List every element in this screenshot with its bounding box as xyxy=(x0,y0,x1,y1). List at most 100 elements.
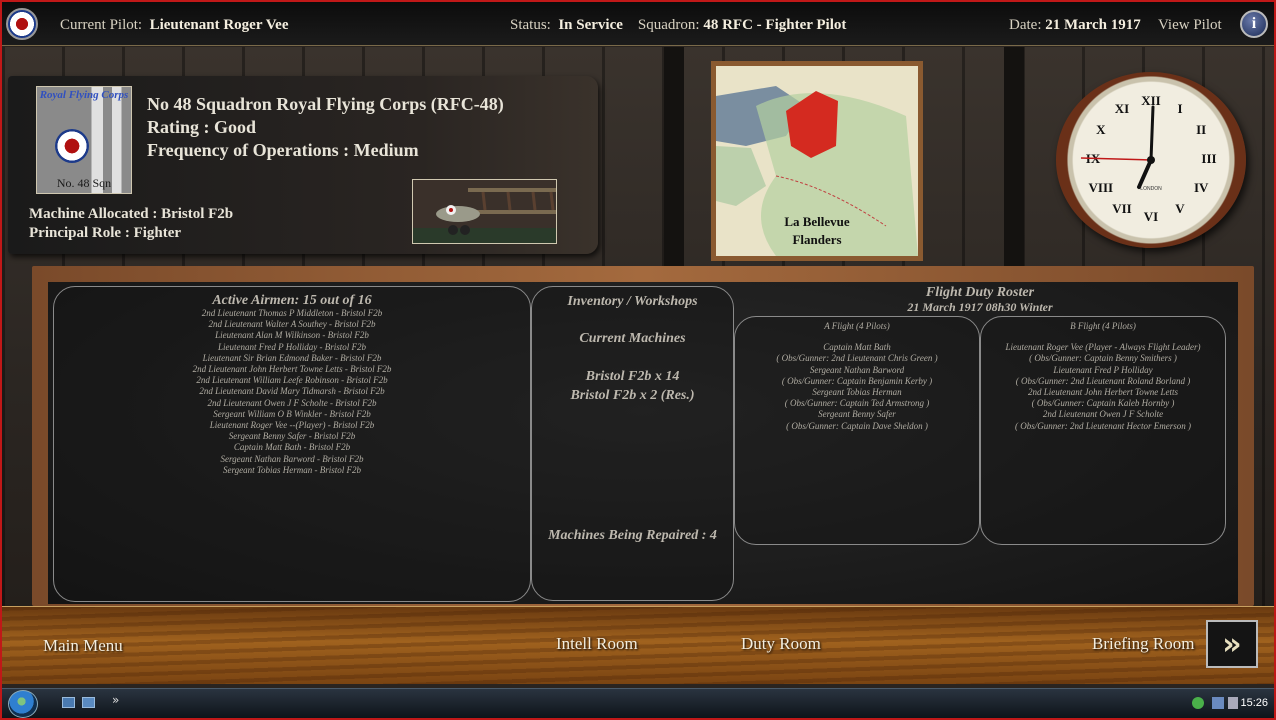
clock-face: XIIIIIIIIIVVVIVIIVIIIIXXXI LONDON xyxy=(1080,93,1217,224)
operations-frequency: Frequency of Operations : Medium xyxy=(147,140,419,160)
clock-numeral: I xyxy=(1177,101,1182,116)
b-flight-title: B Flight (4 Pilots) xyxy=(1070,321,1136,331)
reserve-machine-count: Bristol F2b x 2 (Res.) xyxy=(570,388,695,403)
b-flight-member: Lieutenant Fred P Holliday xyxy=(1053,364,1153,375)
current-pilot: Current Pilot: Lieutenant Roger Vee xyxy=(60,17,289,33)
wall-clock: XII I II III IV V VI VII VIII IX X XI LONDON xyxy=(1056,72,1246,248)
sector-map[interactable]: La Bellevue Flanders xyxy=(711,61,923,261)
rfc-roundel-icon xyxy=(6,8,38,40)
a-flight-member: ( Obs/Gunner: Captain Benjamin Kerby ) xyxy=(781,375,933,386)
a-flight-panel: A Flight (4 Pilots) Captain Matt Bath( O… xyxy=(734,316,980,545)
duty-room-button[interactable]: Duty Room xyxy=(741,634,821,654)
switch-windows-icon[interactable] xyxy=(82,697,95,708)
a-flight-member: ( Obs/Gunner: Captain Dave Sheldon ) xyxy=(786,420,928,431)
biplane-image xyxy=(413,180,556,243)
active-airmen-panel: Active Airmen: 15 out of 16 2nd Lieutena… xyxy=(53,286,531,602)
start-menu-icon[interactable] xyxy=(8,690,38,718)
map-location: La Bellevue xyxy=(784,214,850,229)
airman-entry: Sergeant Tobias Herman - Bristol F2b xyxy=(222,464,362,475)
airman-entry: 2nd Lieutenant Owen J F Scholte - Bristo… xyxy=(207,397,377,408)
inventory-panel: Inventory / Workshops Current Machines B… xyxy=(531,286,734,601)
current-date: Date: 21 March 1917 xyxy=(1009,17,1141,33)
a-flight-member: ( Obs/Gunner: Captain Ted Armstrong ) xyxy=(784,398,930,409)
show-desktop-icon[interactable] xyxy=(62,697,75,708)
clock-numeral: VIII xyxy=(1089,180,1114,195)
wall-beam xyxy=(664,47,684,267)
os-taskbar: » 15:26 xyxy=(2,688,1274,718)
a-flight-member: Sergeant Benny Safer xyxy=(818,409,896,420)
clock-numeral: VII xyxy=(1112,201,1132,216)
aircraft-picture[interactable] xyxy=(412,179,557,244)
clock-numeral: V xyxy=(1175,201,1185,216)
intell-room-button[interactable]: Intell Room xyxy=(556,634,638,654)
clock-numeral: XII xyxy=(1141,93,1161,108)
a-flight-member: ( Obs/Gunner: 2nd Lieutenant Chris Green… xyxy=(776,353,938,364)
airman-entry: Lieutenant Fred P Holliday - Bristol F2b xyxy=(218,341,366,352)
system-clock: 15:26 xyxy=(1240,697,1268,709)
a-flight-member: Sergeant Nathan Barword xyxy=(809,364,905,375)
a-flight-list: Captain Matt Bath( Obs/Gunner: 2nd Lieut… xyxy=(735,342,979,432)
airman-entry: 2nd Lieutenant William Leefe Robinson - … xyxy=(196,375,388,386)
squadron-name: No 48 Squadron Royal Flying Corps (RFC-4… xyxy=(147,94,504,114)
machine-allocated: Machine Allocated : Bristol F2b xyxy=(29,206,234,222)
airman-entry: Lieutenant Roger Vee --(Player) - Bristo… xyxy=(209,420,375,431)
clock-maker-label: LONDON xyxy=(1140,186,1162,192)
volume-icon[interactable] xyxy=(1228,697,1238,709)
network-icon[interactable] xyxy=(1212,697,1224,709)
minute-hand xyxy=(1149,105,1155,162)
tray-status-icon[interactable] xyxy=(1192,697,1204,709)
quicklaunch-chevron-icon[interactable]: » xyxy=(112,693,119,707)
airman-entry: Lieutenant Alan M Wilkinson - Bristol F2… xyxy=(215,330,369,341)
a-flight-member: Captain Matt Bath xyxy=(823,342,891,353)
current-machines-label: Current Machines xyxy=(579,331,686,346)
clock-numeral: II xyxy=(1196,122,1206,137)
main-menu-button[interactable]: Main Menu xyxy=(43,636,123,656)
squadron-crest: Royal Flying Corps No. 48 Sqn xyxy=(36,86,132,194)
pilot-status: Status: In Service Squadron: 48 RFC - Fi… xyxy=(510,17,847,33)
airman-entry: Sergeant Benny Safer - Bristol F2b xyxy=(228,431,356,442)
a-flight-member: Sergeant Tobias Herman xyxy=(812,387,902,398)
airman-entry: 2nd Lieutenant John Herbert Towne Letts … xyxy=(192,364,392,375)
clock-center xyxy=(1147,156,1155,164)
b-flight-member: ( Obs/Gunner: Captain Kaleb Hornby ) xyxy=(1031,398,1175,409)
b-flight-list: Lieutenant Roger Vee (Player - Always Fl… xyxy=(981,342,1225,432)
roster-datetime: 21 March 1917 08h30 Winter xyxy=(907,300,1053,314)
top-status-bar: Current Pilot: Lieutenant Roger Vee Stat… xyxy=(2,2,1274,46)
b-flight-member: ( Obs/Gunner: Captain Benny Smithers ) xyxy=(1029,353,1177,364)
b-flight-member: 2nd Lieutenant John Herbert Towne Letts xyxy=(1028,387,1178,398)
clock-numeral: III xyxy=(1201,151,1216,166)
clock-numeral: IV xyxy=(1194,180,1209,195)
view-pilot-link[interactable]: View Pilot xyxy=(1158,17,1222,34)
a-flight-title: A Flight (4 Pilots) xyxy=(824,321,890,331)
crest-roundel-icon xyxy=(55,129,89,163)
active-airmen-title: Active Airmen: 15 out of 16 xyxy=(212,293,372,308)
machines-repaired: Machines Being Repaired : 4 xyxy=(548,528,717,543)
clock-numeral: X xyxy=(1096,122,1106,137)
bottom-nav-bar xyxy=(2,606,1274,684)
wall-beam xyxy=(1004,47,1024,267)
briefing-room-button[interactable]: Briefing Room xyxy=(1092,634,1194,654)
airman-entry: Lieutenant Sir Brian Edmond Baker - Bris… xyxy=(202,352,382,363)
info-icon[interactable]: i xyxy=(1240,10,1268,38)
b-flight-panel: B Flight (4 Pilots) Lieutenant Roger Vee… xyxy=(980,316,1226,545)
b-flight-member: ( Obs/Gunner: 2nd Lieutenant Hector Emer… xyxy=(1015,420,1191,431)
airman-entry: 2nd Lieutenant Walter A Southey - Bristo… xyxy=(208,319,376,330)
airman-entry: Captain Matt Bath - Bristol F2b xyxy=(233,442,351,453)
machine-count: Bristol F2b x 14 xyxy=(585,369,680,384)
principal-role: Principal Role : Fighter xyxy=(29,225,182,241)
clock-numeral: VI xyxy=(1144,209,1158,224)
map-region: Flanders xyxy=(792,232,842,247)
roster-title: Flight Duty Roster xyxy=(925,285,1035,300)
airman-entry: Sergeant Nathan Barword - Bristol F2b xyxy=(220,453,364,464)
next-arrow-icon[interactable]: » xyxy=(1206,620,1258,668)
airman-entry: 2nd Lieutenant Thomas P Middleton - Bris… xyxy=(201,308,383,318)
hour-hand xyxy=(1137,158,1153,189)
clock-numeral: XI xyxy=(1115,101,1129,116)
squadron-rating: Rating : Good xyxy=(147,117,257,137)
inventory-title: Inventory / Workshops xyxy=(567,294,698,309)
airman-entry: 2nd Lieutenant David Mary Tidmarsh - Bri… xyxy=(199,386,385,397)
airman-entry: Sergeant William O B Winkler - Bristol F… xyxy=(213,408,371,419)
b-flight-member: ( Obs/Gunner: 2nd Lieutenant Roland Borl… xyxy=(1015,375,1191,386)
airmen-list: 2nd Lieutenant Thomas P Middleton - Bris… xyxy=(54,308,530,476)
b-flight-member: Lieutenant Roger Vee (Player - Always Fl… xyxy=(1005,342,1201,353)
